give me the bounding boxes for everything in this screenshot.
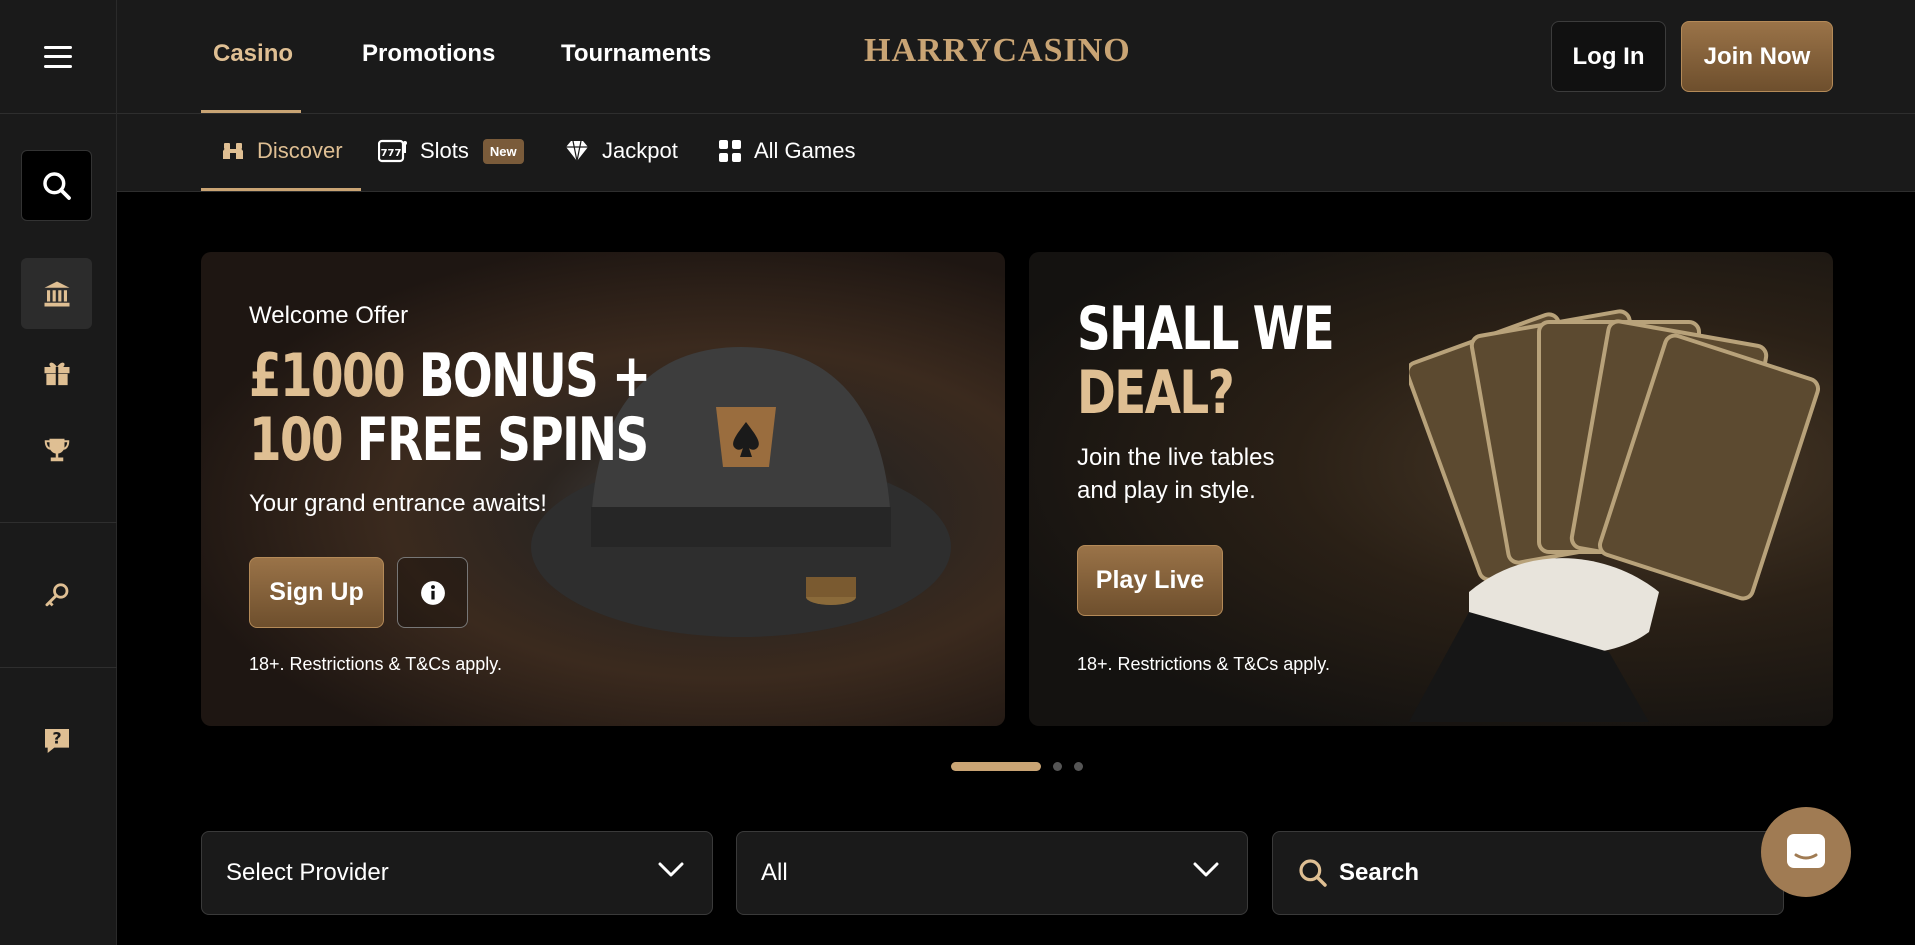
nav-casino[interactable]: Casino	[213, 40, 293, 68]
play-live-button[interactable]: Play Live	[1077, 545, 1223, 616]
live-chat-button[interactable]	[1761, 807, 1851, 897]
terms-text: 18+. Restrictions & T&Cs apply.	[1077, 654, 1330, 674]
sidebar-top	[0, 0, 116, 114]
new-badge: New	[482, 138, 524, 164]
chevron-down-icon	[658, 862, 684, 877]
provider-select[interactable]: Select Provider	[201, 831, 713, 915]
playing-cards-image	[1409, 309, 1821, 722]
svg-text:?: ?	[52, 728, 61, 747]
sidebar-item-casino[interactable]	[21, 258, 92, 329]
logo-text-left: HARRY	[864, 32, 993, 69]
tab-label: All Games	[754, 138, 856, 163]
carousel-dot-active[interactable]	[951, 762, 1041, 771]
sidebar-item-login[interactable]	[21, 560, 92, 631]
chat-icon	[1787, 834, 1825, 868]
banner-headline-line1: SHALL WE	[1077, 294, 1335, 364]
provider-select-value: Select Provider	[226, 859, 389, 886]
tab-all-games[interactable]: All Games	[718, 138, 855, 164]
login-button[interactable]: Log In	[1551, 21, 1666, 92]
carousel-dot[interactable]	[1053, 762, 1062, 771]
nav-promotions[interactable]: Promotions	[362, 40, 495, 68]
gift-icon	[44, 362, 69, 386]
offer-info-button[interactable]	[397, 557, 468, 628]
tab-label: Slots	[420, 138, 469, 163]
banner-subtitle-line1: Join the live tables	[1077, 444, 1275, 471]
tab-slots[interactable]: 777 Slots New	[378, 138, 524, 164]
info-icon	[420, 580, 445, 605]
banner-eyebrow: Welcome Offer	[249, 302, 409, 329]
chevron-down-icon	[1193, 862, 1219, 877]
tab-label: Discover	[257, 138, 343, 163]
binoculars-icon	[221, 139, 245, 163]
sidebar: ?	[0, 0, 117, 945]
tab-active-indicator	[201, 188, 361, 191]
welcome-offer-banner[interactable]: Welcome Offer £1000 BONUS + 100 FREE SPI…	[201, 252, 1005, 726]
banner-headline-line2: DEAL?	[1077, 358, 1235, 428]
top-navigation: Casino Promotions Tournaments HARRY CASI…	[117, 0, 1915, 165]
search-placeholder: Search	[1339, 859, 1420, 886]
join-now-button[interactable]: Join Now	[1681, 21, 1833, 92]
category-select[interactable]: All	[736, 831, 1248, 915]
slot-machine-icon: 777	[378, 138, 408, 164]
trophy-icon	[44, 438, 69, 461]
banner-headline-line2: 100 FREE SPINS	[249, 405, 650, 475]
headline-text: FREE SPINS	[356, 405, 650, 475]
terms-text: 18+. Restrictions & T&Cs apply.	[249, 654, 502, 674]
headline-text: DEAL?	[1077, 358, 1235, 428]
sidebar-item-help[interactable]: ?	[21, 705, 92, 776]
banner-subtitle: Your grand entrance awaits!	[249, 490, 547, 517]
headline-amount: 100	[249, 405, 344, 475]
carousel-dot[interactable]	[1074, 762, 1083, 771]
headline-amount: £1000	[249, 341, 406, 411]
search-icon	[42, 171, 71, 200]
sidebar-item-tournaments[interactable]	[21, 414, 92, 485]
nav-active-indicator	[201, 110, 301, 113]
headline-text: SHALL WE	[1077, 294, 1335, 364]
sidebar-divider	[0, 522, 117, 523]
help-icon: ?	[44, 728, 69, 753]
category-select-value: All	[761, 859, 788, 886]
hamburger-icon[interactable]	[44, 45, 72, 68]
banner-subtitle-line2: and play in style.	[1077, 477, 1256, 504]
sidebar-divider	[0, 667, 117, 668]
casino-bank-icon	[44, 281, 69, 306]
category-tabs: Discover 777 Slots New Jackpot All Games	[117, 114, 1915, 192]
carousel-indicators	[951, 762, 1095, 771]
logo-text-right: CASINO	[992, 32, 1131, 69]
sidebar-item-promotions[interactable]	[21, 336, 92, 407]
headline-text: BONUS +	[418, 341, 651, 411]
key-icon	[45, 582, 68, 606]
live-casino-banner[interactable]: SHALL WE DEAL? Join the live tables and …	[1029, 252, 1833, 726]
tab-discover[interactable]: Discover	[221, 138, 343, 164]
tab-jackpot[interactable]: Jackpot	[564, 138, 678, 164]
game-search-input[interactable]: Search	[1272, 831, 1784, 915]
grid-icon	[718, 139, 742, 163]
diamond-icon	[564, 139, 590, 163]
nav-tournaments[interactable]: Tournaments	[561, 40, 711, 68]
search-icon	[1299, 859, 1327, 887]
tab-label: Jackpot	[602, 138, 678, 163]
banner-headline-line1: £1000 BONUS +	[249, 341, 651, 411]
svg-text:777: 777	[381, 148, 402, 159]
brand-logo[interactable]: HARRY CASINO	[864, 32, 1250, 165]
sign-up-button[interactable]: Sign Up	[249, 557, 384, 628]
sidebar-search-button[interactable]	[21, 150, 92, 221]
